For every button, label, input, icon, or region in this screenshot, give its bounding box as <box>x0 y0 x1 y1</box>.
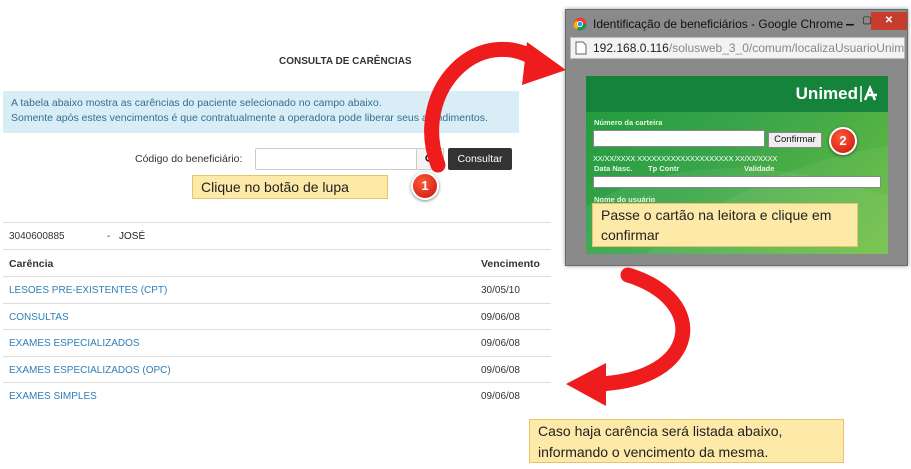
carencia-link[interactable]: CONSULTAS <box>9 312 69 323</box>
vencimento-value: 09/06/08 <box>481 311 520 323</box>
chrome-icon <box>573 17 587 31</box>
info-line-2: Somente após estes vencimentos é que con… <box>11 112 488 124</box>
patient-separator: - <box>107 231 111 242</box>
patient-row: 3040600885 - JOSÉ <box>3 222 551 250</box>
info-box: A tabela abaixo mostra as carências do p… <box>3 91 519 133</box>
carencia-link[interactable]: EXAMES ESPECIALIZADOS <box>9 338 140 349</box>
card-pattern: XX/XX/XXXX XXXXXXXXXXXXXXXXXXXX XX/XX/XX… <box>593 154 778 163</box>
magnifier-icon <box>425 154 435 164</box>
arrow-head-1 <box>522 42 566 85</box>
info-line-1: A tabela abaixo mostra as carências do p… <box>11 97 382 109</box>
popup-titlebar: Identificação de beneficiários - Google … <box>566 10 907 37</box>
callout-step-1: Clique no botão de lupa <box>192 175 388 199</box>
popup-address-bar[interactable]: 192.168.0.116/solusweb_3_0/comum/localiz… <box>570 37 905 59</box>
numero-carteira-input[interactable] <box>593 130 765 147</box>
step-badge-2: 2 <box>829 127 857 155</box>
header-carencia: Carência <box>9 258 54 270</box>
beneficiary-code-label: Código do beneficiário: <box>135 153 243 165</box>
table-header: Carência Vencimento <box>3 250 551 277</box>
table-row: LESOES PRE-EXISTENTES (CPT) 30/05/10 <box>3 277 551 304</box>
validade-label: Validade <box>744 164 775 173</box>
table-row: EXAMES ESPECIALIZADOS (OPC) 09/06/08 <box>3 357 551 383</box>
patient-name: JOSÉ <box>119 231 146 242</box>
tp-contr-label: Tp Contr <box>648 164 680 173</box>
vencimento-value: 09/06/08 <box>481 391 520 402</box>
beneficiary-code-input[interactable] <box>255 148 417 170</box>
carencia-link[interactable]: EXAMES SIMPLES <box>9 391 97 402</box>
vencimento-value: 30/05/10 <box>481 285 520 296</box>
carencias-table: Carência Vencimento LESOES PRE-EXISTENTE… <box>3 250 551 410</box>
table-row: EXAMES SIMPLES 09/06/08 <box>3 383 551 410</box>
header-vencimento: Vencimento <box>481 258 540 270</box>
search-button[interactable] <box>416 148 444 170</box>
callout-step-3: Caso haja carência será listada abaixo, … <box>529 419 844 463</box>
table-row: EXAMES ESPECIALIZADOS 09/06/08 <box>3 330 551 357</box>
page-title: CONSULTA DE CARÊNCIAS <box>279 56 412 67</box>
data-nasc-label: Data Nasc. <box>594 164 633 173</box>
patient-code: 3040600885 <box>9 231 65 242</box>
url-host: 192.168.0.116 <box>593 41 669 55</box>
close-button[interactable]: ✕ <box>871 12 907 30</box>
consultar-button[interactable]: Consultar <box>448 148 512 170</box>
popup-title: Identificação de beneficiários - Google … <box>593 17 844 31</box>
arrow-head-2 <box>566 363 606 406</box>
callout-step-2: Passe o cartão na leitora e clique em co… <box>592 203 858 247</box>
vencimento-value: 09/06/08 <box>481 338 520 349</box>
vencimento-value: 09/06/08 <box>481 364 520 376</box>
carencia-link[interactable]: LESOES PRE-EXISTENTES (CPT) <box>9 285 167 296</box>
unimed-logo: Unimed <box>795 84 858 103</box>
page-icon <box>575 41 587 55</box>
unimed-logo-icon <box>860 84 877 102</box>
url-path: /solusweb_3_0/comum/localizaUsuarioUnime… <box>668 41 905 55</box>
carencia-link[interactable]: EXAMES ESPECIALIZADOS (OPC) <box>9 365 171 376</box>
minimize-button[interactable]: ▁ <box>843 12 857 30</box>
card-data-input[interactable] <box>593 176 881 188</box>
step-badge-1: 1 <box>411 172 439 200</box>
confirmar-button[interactable]: Confirmar <box>768 132 822 148</box>
numero-carteira-label: Número da carteira <box>594 118 663 127</box>
table-row: CONSULTAS 09/06/08 <box>3 304 551 330</box>
